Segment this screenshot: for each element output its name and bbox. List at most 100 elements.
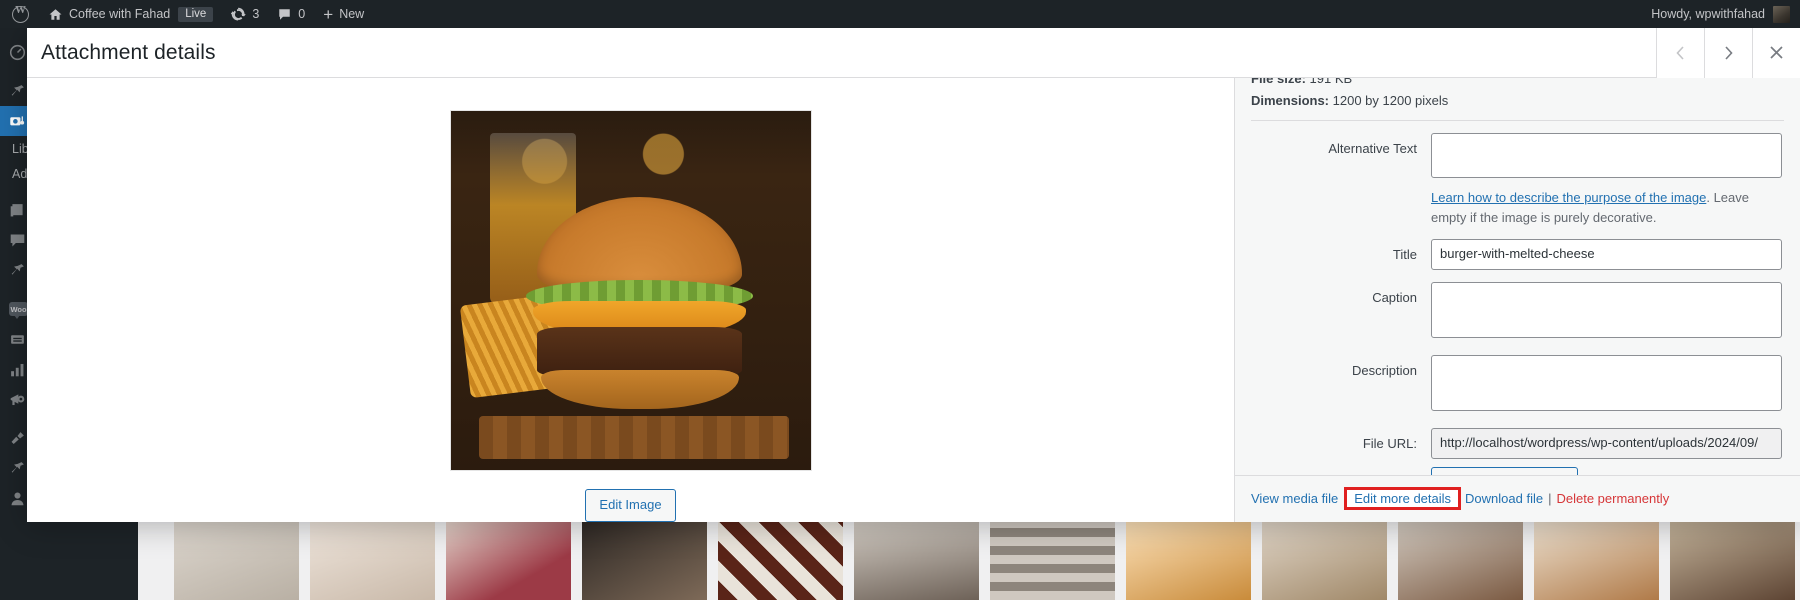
dashboard-icon [9, 44, 26, 60]
file-url-input[interactable] [1431, 427, 1782, 459]
analytics-bars-icon [11, 363, 24, 376]
description-input[interactable] [1431, 354, 1782, 411]
users-icon [11, 491, 24, 505]
chevron-right-icon [1725, 45, 1733, 60]
list-item[interactable] [1670, 516, 1795, 600]
copy-url-button[interactable]: Copy URL to clipboard [1431, 466, 1579, 475]
media-camera-icon [10, 115, 25, 125]
comment-bubble-icon [279, 8, 291, 20]
filesize-row: File size: 191 KB [1251, 78, 1784, 89]
next-attachment-button[interactable] [1704, 27, 1752, 78]
list-item[interactable] [718, 516, 843, 600]
list-item[interactable] [854, 516, 979, 600]
modal-header: Attachment details [27, 27, 1800, 78]
dimensions-row: Dimensions: 1200 by 1200 pixels [1251, 91, 1784, 111]
updates-button[interactable]: 3 [222, 0, 268, 28]
edit-more-details-link[interactable]: Edit more details [1354, 491, 1451, 506]
delete-permanently-link[interactable]: Delete permanently [1556, 491, 1669, 506]
setting-description: Description [1251, 354, 1782, 416]
site-name-label: Coffee with Fahad [69, 7, 171, 21]
attachment-settings: Alternative Text Learn how to describe t… [1251, 133, 1784, 475]
file-url-label: File URL: [1362, 435, 1417, 451]
filesize-label: File size: [1251, 78, 1306, 86]
edit-image-button[interactable]: Edit Image [585, 489, 676, 522]
wordpress-logo-button[interactable] [0, 0, 39, 28]
list-item[interactable] [1262, 516, 1387, 600]
list-item[interactable] [446, 516, 571, 600]
plugins-pin-icon [11, 263, 24, 275]
alt-text-help-link[interactable]: Learn how to describe the purpose of the… [1431, 190, 1706, 205]
appearance-brush-icon [11, 431, 24, 444]
home-icon [49, 8, 62, 20]
list-item[interactable] [582, 516, 707, 600]
attachment-preview-image [449, 110, 812, 472]
setting-file-url: File URL: Copy URL to clipboard [1251, 427, 1782, 475]
wordpress-logo-icon [12, 4, 29, 23]
dimensions-value: 1200 by 1200 pixels [1332, 92, 1449, 108]
list-item[interactable] [1398, 516, 1523, 600]
list-item[interactable] [1534, 516, 1659, 600]
title-input[interactable] [1431, 239, 1782, 270]
download-file-link[interactable]: Download file [1465, 491, 1543, 506]
divider [1251, 120, 1784, 121]
comments-count: 0 [298, 7, 306, 21]
alt-text-input[interactable] [1431, 133, 1782, 178]
updates-icon [231, 7, 247, 21]
new-content-button[interactable]: + New [314, 0, 373, 28]
list-item[interactable] [1126, 516, 1251, 600]
alt-text-control: Learn how to describe the purpose of the… [1431, 133, 1782, 227]
comments-icon [10, 234, 25, 246]
setting-caption: Caption [1251, 281, 1782, 343]
media-thumbnail-strip [170, 516, 1800, 600]
attachment-info-pane: File size: 191 KB Dimensions: 1200 by 12… [1234, 78, 1800, 522]
list-item[interactable] [990, 516, 1115, 600]
sidebar-subitem-label: Ad [12, 166, 28, 181]
chevron-left-icon [1676, 45, 1684, 60]
list-item[interactable] [174, 516, 299, 600]
preview-shape-bun-bottom [540, 369, 739, 410]
live-badge: Live [178, 6, 214, 22]
caption-input[interactable] [1431, 281, 1782, 338]
modal-body: Edit Image File size: 191 KB Dimensions:… [27, 78, 1800, 522]
setting-title: Title [1251, 239, 1782, 270]
comments-button[interactable]: 0 [268, 0, 314, 28]
updates-count: 3 [252, 7, 260, 21]
marketing-megaphone-icon [10, 393, 25, 405]
attachment-actions: View media file Edit more details Downlo… [1235, 475, 1800, 522]
howdy-label[interactable]: Howdy, wpwithfahad [1651, 7, 1765, 21]
filesize-value: 191 KB [1309, 78, 1353, 86]
close-x-icon [1770, 46, 1783, 59]
caption-label: Caption [1372, 289, 1417, 305]
view-media-file-link[interactable]: View media file [1251, 491, 1338, 506]
admin-bar-right: Howdy, wpwithfahad [1651, 0, 1800, 28]
dimensions-label: Dimensions: [1251, 92, 1330, 108]
wp-admin-bar: Coffee with Fahad Live 3 0 + New [0, 0, 1800, 28]
actions-separator: | [1548, 491, 1552, 506]
pages-icon [10, 203, 23, 216]
site-name-button[interactable]: Coffee with Fahad Live [39, 0, 222, 28]
modal-header-buttons [1656, 27, 1800, 78]
file-url-control: Copy URL to clipboard [1431, 427, 1782, 475]
woocommerce-icon: Woo [9, 302, 28, 319]
screen: Coffee with Fahad Live 3 0 + New [0, 0, 1800, 600]
admin-bar-left: Coffee with Fahad Live 3 0 + New [0, 0, 373, 28]
close-button[interactable] [1752, 27, 1800, 78]
preview-shape-board [479, 416, 789, 460]
avatar[interactable] [1773, 5, 1790, 23]
preview-wrapper: Edit Image [27, 78, 1234, 522]
alt-text-label: Alternative Text [1328, 141, 1417, 156]
products-box-icon [11, 334, 24, 344]
plus-icon: + [323, 4, 334, 24]
description-control [1431, 354, 1782, 416]
list-item[interactable] [310, 516, 435, 600]
previous-attachment-button[interactable] [1656, 27, 1704, 78]
title-control [1431, 239, 1782, 270]
description-label: Description [1351, 362, 1417, 378]
attachment-details-modal: Attachment details Edit Image File size:… [27, 27, 1800, 522]
attachment-info-scroll[interactable]: File size: 191 KB Dimensions: 1200 by 12… [1235, 78, 1800, 475]
alt-text-help: Learn how to describe the purpose of the… [1431, 188, 1782, 227]
caption-control [1431, 281, 1782, 343]
plugins-plug-icon [11, 461, 24, 473]
posts-pin-icon [11, 84, 24, 96]
attachment-preview-pane: Edit Image [27, 78, 1234, 522]
